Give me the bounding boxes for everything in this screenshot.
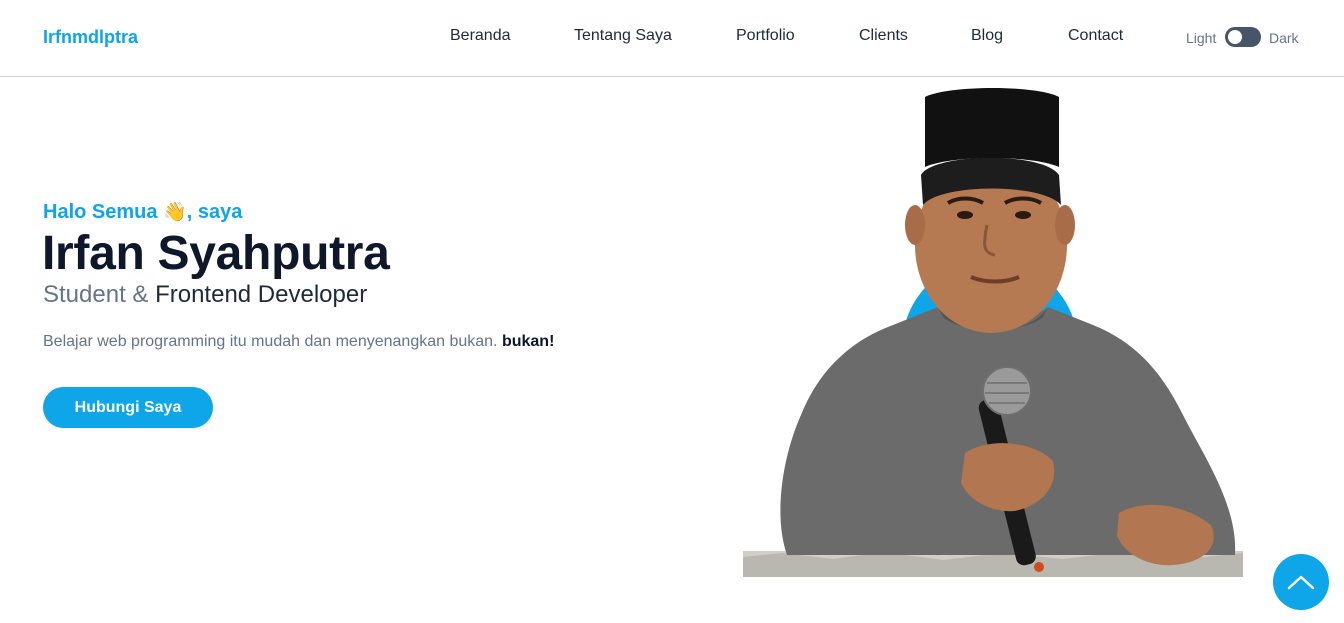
greeting-suffix: , saya bbox=[186, 201, 243, 223]
hero-greeting: Halo Semua 👋, saya bbox=[43, 200, 242, 224]
main-nav: Beranda Tentang Saya Portfolio Clients B… bbox=[0, 27, 1344, 47]
toggle-knob bbox=[1228, 30, 1242, 44]
nav-item-beranda[interactable]: Beranda bbox=[450, 27, 511, 45]
role-student: Student & bbox=[43, 281, 156, 308]
chevron-up-icon bbox=[1287, 575, 1315, 590]
tagline-text: Belajar web programming itu mudah dan me… bbox=[43, 333, 502, 350]
site-header: Irfnmdlptra Beranda Tentang Saya Portfol… bbox=[0, 0, 1344, 77]
nav-item-contact[interactable]: Contact bbox=[1068, 27, 1123, 45]
greeting-prefix: Halo Semua bbox=[43, 201, 164, 223]
dark-mode-toggle[interactable] bbox=[1225, 27, 1261, 47]
back-to-top-button[interactable] bbox=[1273, 554, 1329, 610]
nav-item-clients[interactable]: Clients bbox=[859, 27, 908, 45]
black-cap bbox=[925, 88, 1059, 167]
hero-name: Irfan Syahputra bbox=[42, 227, 390, 280]
nav-item-blog[interactable]: Blog bbox=[971, 27, 1003, 45]
profile-photo bbox=[743, 88, 1243, 577]
waving-hand-icon: 👋 bbox=[163, 202, 187, 223]
hero-tagline: Belajar web programming itu mudah dan me… bbox=[43, 333, 554, 351]
nav-item-portfolio[interactable]: Portfolio bbox=[736, 27, 795, 45]
hero-role: Student & Frontend Developer bbox=[43, 281, 367, 309]
theme-dark-label: Dark bbox=[1269, 30, 1299, 46]
nav-item-tentang-saya[interactable]: Tentang Saya bbox=[574, 27, 672, 45]
theme-light-label: Light bbox=[1186, 30, 1217, 46]
tagline-bold: bukan! bbox=[501, 333, 555, 350]
role-frontend: Frontend Developer bbox=[155, 281, 368, 308]
contact-me-button[interactable]: Hubungi Saya bbox=[43, 387, 213, 428]
